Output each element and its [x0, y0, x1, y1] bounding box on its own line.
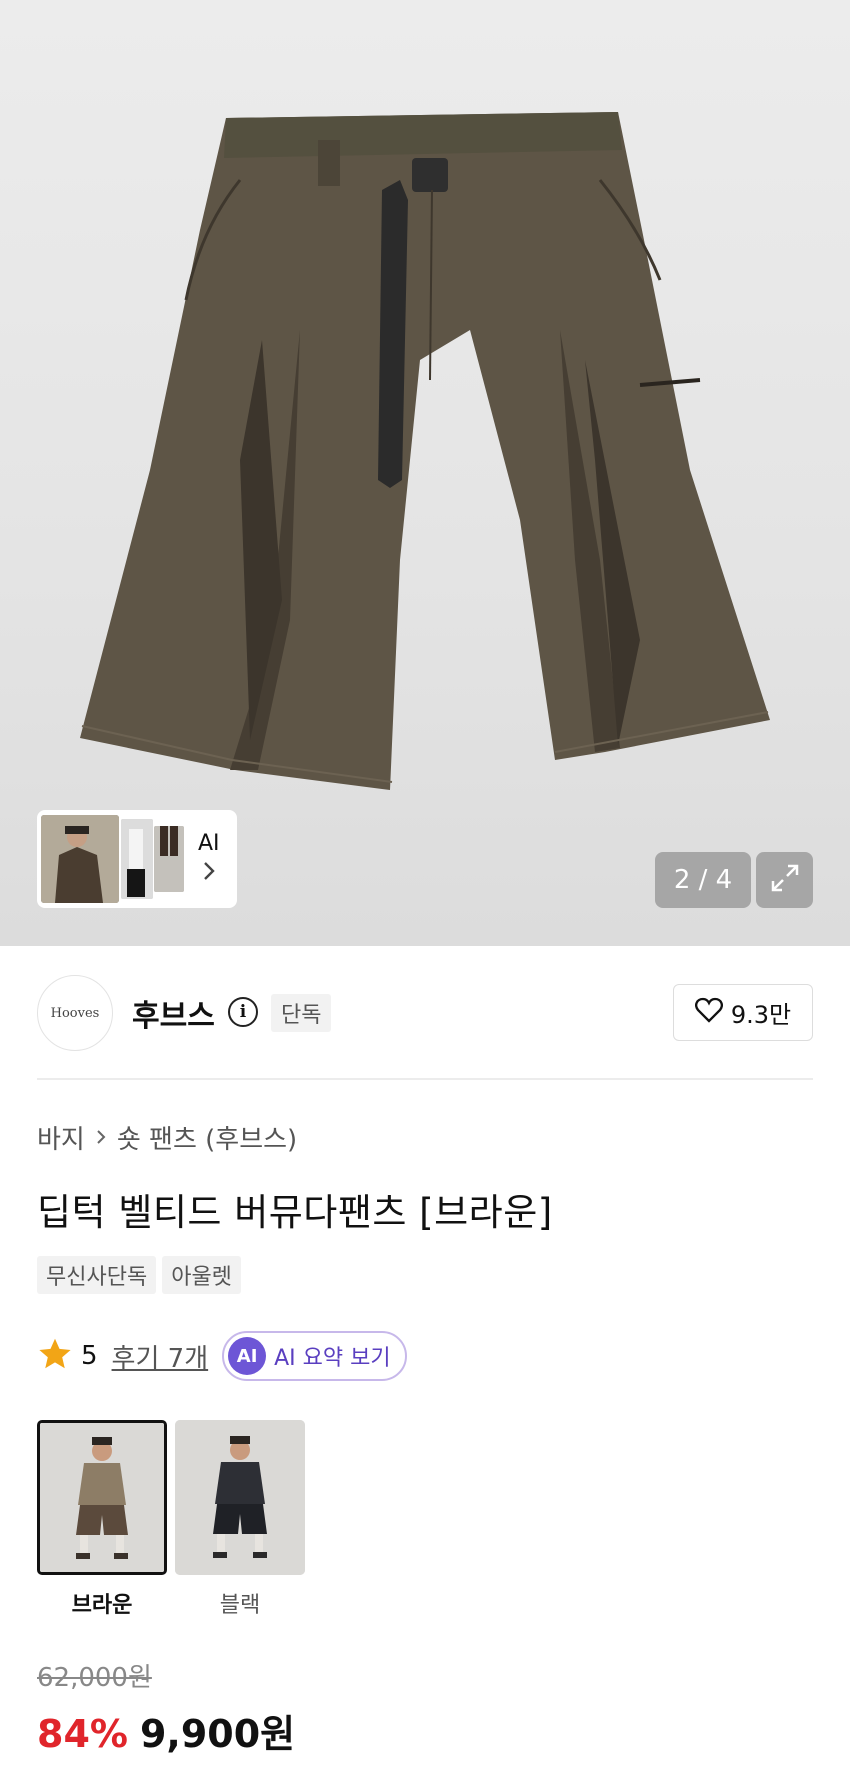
expand-button[interactable]	[756, 852, 813, 908]
exclusive-badge: 단독	[271, 994, 332, 1032]
brand-name[interactable]: 후브스	[132, 991, 215, 1035]
option-thumbnail	[37, 1420, 167, 1575]
option-brown[interactable]: 브라운	[37, 1420, 167, 1619]
image-counter: 2 / 4	[655, 852, 751, 908]
original-price: 62,000원	[37, 1663, 152, 1693]
brand-row: Hooves 후브스 i 단독 9.3만	[37, 975, 813, 1051]
like-count: 9.3만	[730, 1001, 792, 1029]
star-icon	[37, 1336, 73, 1376]
option-label: 블랙	[219, 1593, 261, 1618]
price-row: 84% 9,900원	[37, 1703, 295, 1758]
chevron-right-icon	[202, 860, 216, 888]
ai-styling-card[interactable]: AI	[37, 810, 237, 908]
product-image-shorts	[80, 112, 770, 790]
ai-thumb-shoes	[154, 826, 184, 892]
like-button[interactable]: 9.3만	[673, 984, 813, 1041]
brand-logo[interactable]: Hooves	[37, 975, 113, 1051]
product-tags: 무신사단독 아울렛	[37, 1256, 241, 1294]
ai-summary-button[interactable]: AI AI 요약 보기	[222, 1331, 407, 1381]
ai-card-label: AI	[198, 830, 220, 856]
heart-icon	[694, 997, 723, 1029]
ai-thumb-model	[41, 815, 119, 903]
rating-row: 5 후기 7개 AI AI 요약 보기	[37, 1330, 407, 1382]
breadcrumb-category[interactable]: 바지	[37, 1119, 85, 1156]
breadcrumb-subcategory[interactable]: 숏 팬츠 (후브스)	[117, 1119, 297, 1156]
color-options: 브라운 블랙	[37, 1420, 305, 1619]
tag-musinsa-exclusive: 무신사단독	[37, 1256, 157, 1294]
info-icon[interactable]: i	[228, 997, 258, 1027]
product-title: 딥턱 벨티드 버뮤다팬츠 [브라운]	[37, 1191, 553, 1234]
ai-badge-icon: AI	[228, 1337, 267, 1375]
chevron-right-icon	[95, 1123, 107, 1153]
tag-outlet: 아울렛	[162, 1256, 241, 1294]
divider	[37, 1078, 813, 1080]
rating-score: 5	[81, 1341, 98, 1371]
option-thumbnail	[175, 1420, 305, 1575]
discount-rate: 84%	[37, 1712, 128, 1756]
sale-price: 9,900원	[139, 1712, 296, 1756]
option-label: 브라운	[71, 1593, 133, 1618]
expand-icon	[769, 862, 801, 898]
review-count-link[interactable]: 후기 7개	[112, 1338, 209, 1375]
brand-logo-text: Hooves	[50, 1005, 100, 1021]
ai-summary-label: AI 요약 보기	[274, 1346, 391, 1371]
option-black[interactable]: 블랙	[175, 1420, 305, 1619]
product-image-gallery[interactable]: AI 2 / 4	[0, 0, 850, 946]
breadcrumb: 바지 숏 팬츠 (후브스)	[37, 1119, 297, 1156]
ai-thumb-detail	[121, 819, 153, 899]
